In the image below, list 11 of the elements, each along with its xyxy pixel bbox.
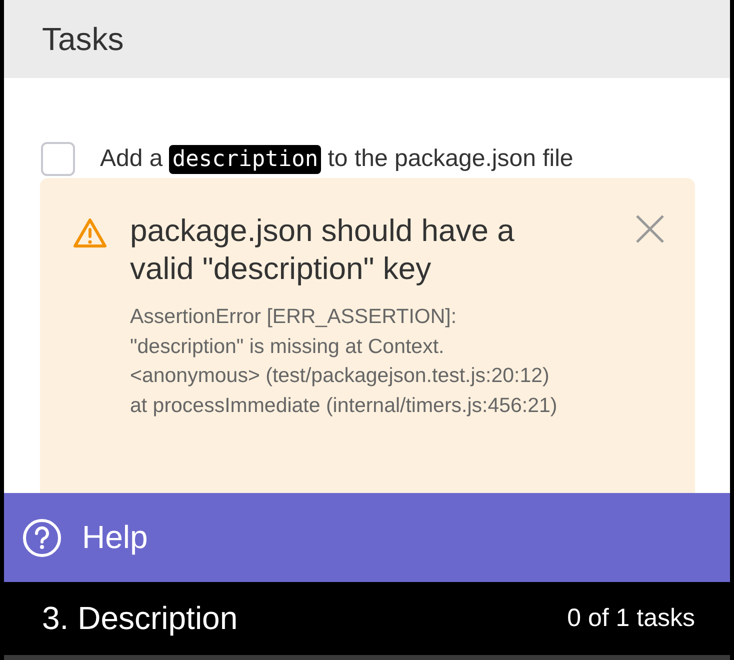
- panel-title: Tasks: [42, 20, 124, 58]
- error-title: package.json should have a valid "description" key: [130, 212, 516, 288]
- task-count: 0 of 1 tasks: [567, 604, 695, 633]
- warning-icon: [72, 217, 108, 249]
- help-button[interactable]: Help: [4, 493, 148, 582]
- close-icon[interactable]: [635, 214, 665, 244]
- task-text: Add a description to the package.json file: [100, 145, 574, 173]
- error-message: AssertionError [ERR_ASSERTION]: "description" is missing at Context.<anonymous> (test/packagejson.test.js:20:12) at processImmediate (internal/timers.js:456:21): [130, 304, 558, 418]
- help-icon: [22, 518, 62, 558]
- checkbox[interactable]: [41, 142, 75, 176]
- section-title: 3. Description: [42, 600, 238, 637]
